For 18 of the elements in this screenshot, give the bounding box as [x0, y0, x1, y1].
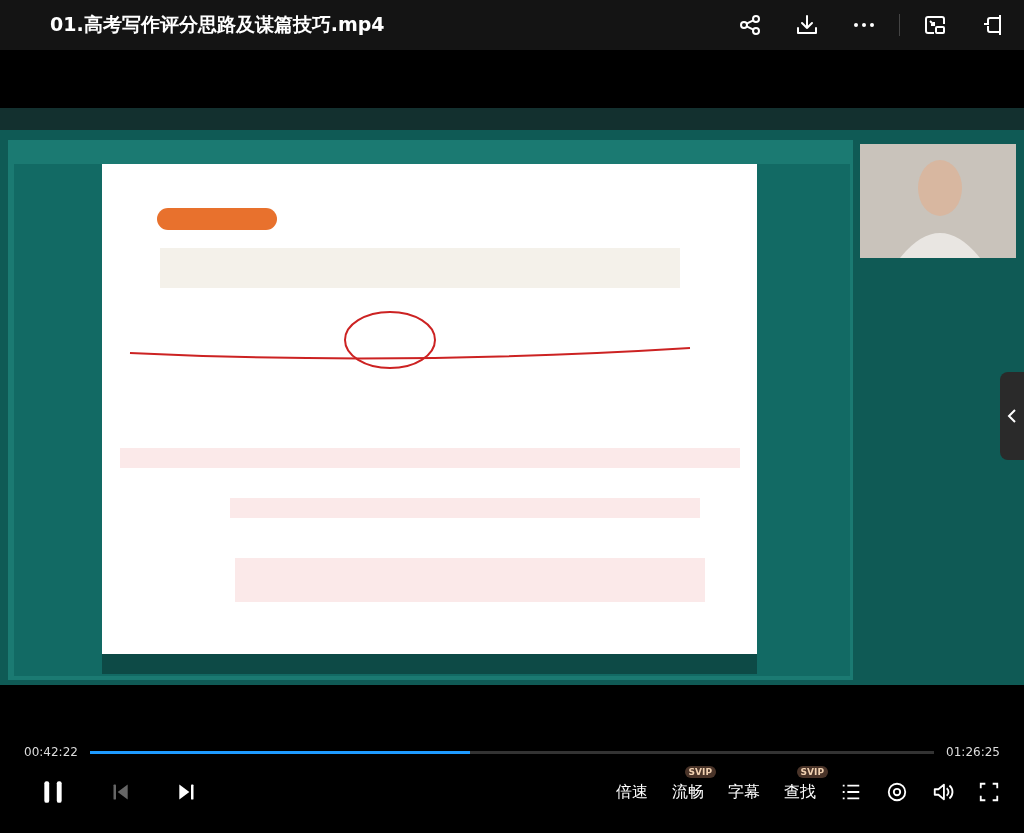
option-button[interactable]: 倍速: [616, 781, 648, 803]
volume-icon[interactable]: [932, 781, 954, 803]
side-panel-toggle[interactable]: [1000, 372, 1024, 460]
option-button[interactable]: 字幕: [728, 781, 760, 803]
svip-badge: SVIP: [796, 765, 828, 778]
option-button[interactable]: 查找: [784, 781, 816, 803]
circle-icon[interactable]: [886, 781, 908, 803]
chevron-icon: [1007, 408, 1017, 424]
svip-badge: SVIP: [684, 765, 716, 778]
current-time: 00:42:22: [24, 745, 78, 759]
option-button[interactable]: 流畅: [672, 781, 704, 803]
download-icon[interactable]: [795, 13, 819, 37]
progress-track[interactable]: [89, 750, 935, 754]
share-icon[interactable]: [738, 13, 762, 37]
video-title: 01.高考写作评分思路及谋篇技巧.mp4: [50, 12, 386, 37]
fullscreen-icon[interactable]: [978, 781, 1000, 803]
duration: 01:26:25: [946, 745, 1000, 759]
picture-in-picture-icon[interactable]: [923, 13, 947, 37]
